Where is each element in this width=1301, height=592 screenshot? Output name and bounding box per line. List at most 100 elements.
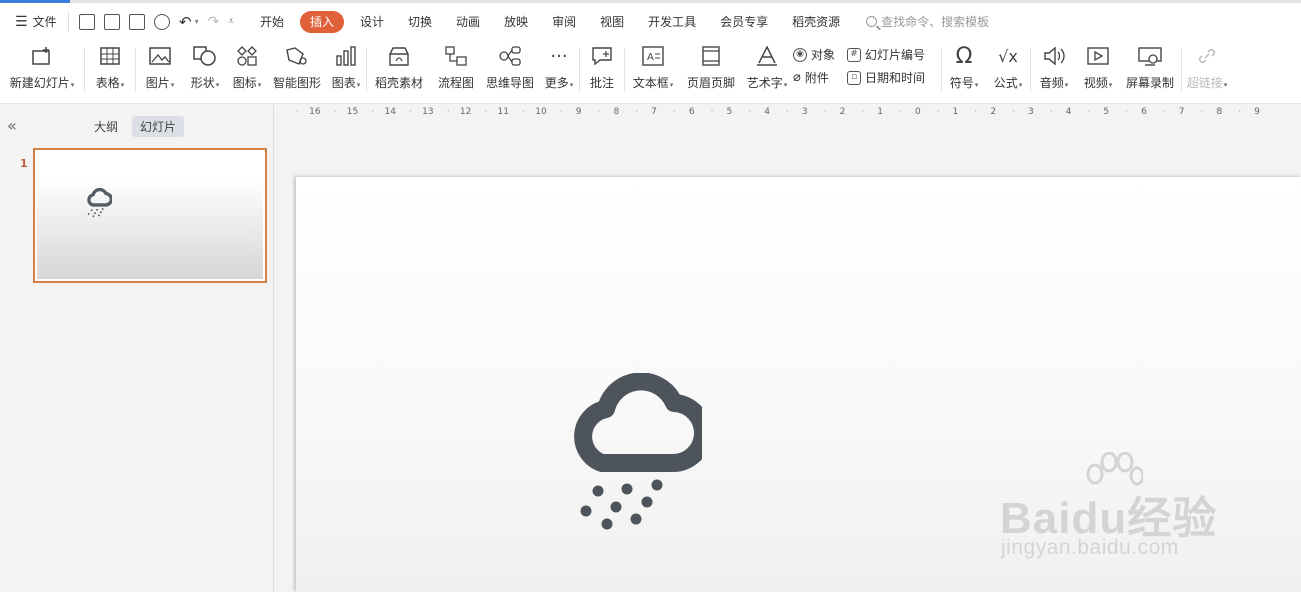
attachment-button[interactable]: ⌀ 附件	[793, 69, 847, 86]
ruler-label: 14	[371, 107, 409, 117]
formula-button[interactable]: √x 公式▾	[986, 40, 1030, 104]
table-label: 表格	[95, 76, 120, 90]
tab-5[interactable]: 放映	[492, 11, 540, 33]
raindrop	[641, 496, 653, 508]
watermark-url: jingyan.baidu.com	[1001, 536, 1179, 559]
tab-0[interactable]: 开始	[248, 11, 296, 33]
raindrop	[601, 518, 613, 530]
comment-icon	[590, 44, 614, 68]
table-button[interactable]: 表格▾	[85, 40, 135, 104]
raindrop	[651, 479, 663, 491]
slide-number-button[interactable]: # 幻灯片编号	[847, 46, 941, 63]
mindmap-button[interactable]: 思维导图	[481, 40, 539, 104]
horizontal-ruler: 161514131211109876543210123456789	[296, 107, 1301, 121]
collapse-panel-icon[interactable]: «	[7, 116, 17, 135]
print-icon[interactable]	[129, 13, 145, 30]
tab-8[interactable]: 开发工具	[636, 11, 708, 33]
tab-1[interactable]: 插入	[299, 10, 344, 33]
smart-graphic-icon	[285, 44, 309, 68]
paperclip-icon: ⌀	[793, 70, 801, 85]
flowchart-button[interactable]: 流程图	[431, 40, 481, 104]
ruler-label: 4	[748, 107, 786, 117]
tab-slides[interactable]: 幻灯片	[132, 116, 185, 137]
screen-record-icon	[1138, 44, 1162, 68]
print-preview-icon[interactable]	[154, 13, 170, 30]
undo-icon[interactable]: ↶	[179, 13, 192, 31]
slide-thumbnail[interactable]	[33, 148, 267, 283]
ruler-label: 15	[334, 107, 372, 117]
chart-label: 图表	[331, 76, 356, 90]
ruler-label: 7	[635, 107, 673, 117]
tab-4[interactable]: 动画	[444, 11, 492, 33]
icon-button[interactable]: 图标▾	[226, 40, 268, 104]
search-placeholder: 查找命令、搜索模板	[881, 15, 990, 29]
comment-button[interactable]: 批注	[580, 40, 624, 104]
hyperlink-button[interactable]: 超链接▾	[1182, 40, 1232, 104]
slide-number-label: 幻灯片编号	[865, 48, 926, 62]
ruler-label: 4	[1050, 107, 1088, 117]
tab-7[interactable]: 视图	[588, 11, 636, 33]
smart-graphic-button[interactable]: 智能图形	[268, 40, 326, 104]
smart-graphic-label: 智能图形	[272, 76, 321, 90]
shape-button[interactable]: 形状▾	[184, 40, 226, 104]
raindrop	[610, 501, 622, 513]
chart-button[interactable]: 图表▾	[326, 40, 366, 104]
docer-material-icon	[387, 44, 411, 68]
link-icon	[1195, 44, 1219, 68]
ruler-label: 10	[522, 107, 560, 117]
new-slide-button[interactable]: 新建幻灯片▾	[0, 40, 84, 104]
symbol-button[interactable]: Ω 符号▾	[942, 40, 986, 104]
video-icon	[1086, 44, 1110, 68]
quick-access-toolbar: ↶ ▾ ↷ ⩡	[68, 11, 234, 32]
customize-toolbar-icon[interactable]: ⩡	[228, 16, 234, 27]
date-time-label: 日期和时间	[865, 71, 926, 85]
cloud-rain-icon[interactable]	[572, 373, 702, 533]
icon-label: 图标	[232, 76, 257, 90]
raindrop	[580, 505, 592, 517]
audio-button[interactable]: 音频▾	[1031, 40, 1077, 104]
mindmap-label: 思维导图	[485, 76, 534, 90]
file-menu[interactable]: ☰ 文件	[0, 13, 68, 30]
textbox-button[interactable]: A 文本框▾	[625, 40, 681, 104]
slide-panel: « 大纲 幻灯片 1	[0, 105, 274, 592]
header-footer-label: 页眉页脚	[686, 76, 735, 90]
calendar-icon: ▫	[847, 70, 861, 85]
tab-9[interactable]: 会员专享	[708, 11, 780, 33]
object-button[interactable]: ◉ 对象	[793, 46, 847, 63]
ribbon-tabs: 开始 插入 设计 切换 动画 放映 审阅 视图 开发工具 会员专享 稻壳资源	[248, 3, 852, 40]
date-time-button[interactable]: ▫ 日期和时间	[847, 69, 941, 86]
export-pdf-icon[interactable]	[104, 13, 120, 30]
screen-record-button[interactable]: 屏幕录制	[1119, 40, 1181, 104]
flowchart-label: 流程图	[437, 76, 474, 90]
video-button[interactable]: 视频▾	[1077, 40, 1119, 104]
header-footer-button[interactable]: 页眉页脚	[681, 40, 741, 104]
wordart-button[interactable]: 艺术字▾	[741, 40, 793, 104]
ruler-label: 1	[861, 107, 899, 117]
picture-button[interactable]: 图片▾	[136, 40, 184, 104]
video-label: 视频	[1083, 76, 1108, 90]
more-button[interactable]: ··· 更多▾	[539, 40, 579, 104]
command-search[interactable]: 查找命令、搜索模板	[866, 13, 989, 30]
undo-dropdown-icon[interactable]: ▾	[195, 17, 199, 26]
tab-outline[interactable]: 大纲	[86, 116, 126, 137]
save-icon[interactable]	[79, 13, 95, 30]
wordart-icon	[755, 44, 779, 68]
ruler-label: 2	[974, 107, 1012, 117]
tab-6[interactable]: 审阅	[540, 11, 588, 33]
tab-3[interactable]: 切换	[396, 11, 444, 33]
symbol-label: 符号	[949, 76, 974, 90]
ruler-label: 13	[409, 107, 447, 117]
ruler-label: 9	[1238, 107, 1276, 117]
redo-icon[interactable]: ↷	[208, 14, 220, 30]
formula-label: 公式	[993, 76, 1018, 90]
tab-2[interactable]: 设计	[348, 11, 396, 33]
flowchart-icon	[444, 44, 468, 68]
ruler-label: 7	[1163, 107, 1201, 117]
audio-label: 音频	[1039, 76, 1064, 90]
raindrop	[592, 485, 604, 497]
tab-10[interactable]: 稻壳资源	[780, 11, 852, 33]
slide-thumbnail-number: 1	[20, 157, 28, 170]
docer-material-button[interactable]: 稻壳素材	[367, 40, 431, 104]
textbox-label: 文本框	[632, 76, 669, 90]
search-icon	[866, 16, 878, 27]
